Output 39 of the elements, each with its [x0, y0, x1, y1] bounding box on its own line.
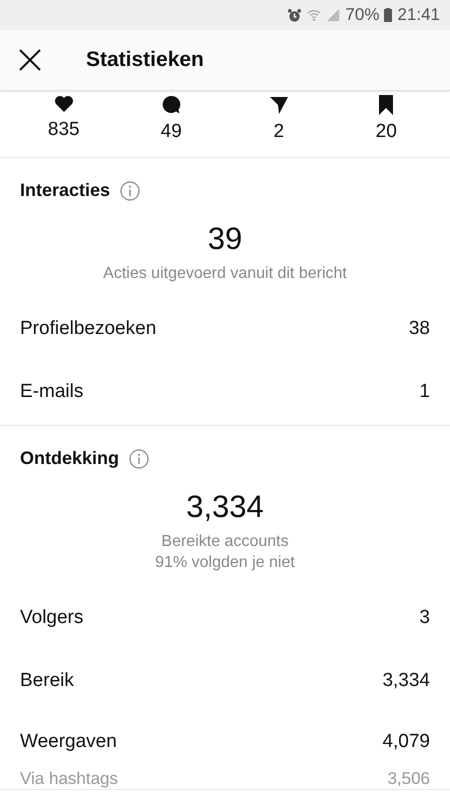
section-title: Ontdekking [20, 448, 120, 469]
metric-label: Profielbezoeken [20, 318, 156, 340]
count-value: 20 [376, 121, 397, 143]
wifi-icon [307, 8, 322, 22]
speech-bubble-icon [161, 95, 182, 115]
total-caption: 91% volgden je niet [154, 553, 296, 573]
metric-value: 38 [408, 318, 430, 340]
section-title: Interacties [20, 180, 110, 201]
battery-icon [384, 8, 392, 22]
total-value: 3,334 [185, 489, 265, 525]
total-caption: Bereikte accounts [160, 532, 290, 552]
metric-value: 1 [419, 380, 430, 402]
signal-icon [326, 8, 340, 22]
metric-value: 3 [419, 607, 430, 629]
metric-value: 3,506 [387, 769, 430, 789]
metric-label: Volgers [20, 607, 84, 629]
count-value: 2 [273, 121, 284, 143]
clock-time: 21:41 [397, 5, 440, 25]
metric-value: 3,334 [382, 670, 430, 692]
info-icon [120, 180, 140, 200]
page-title: Statistieken [86, 48, 204, 72]
info-icon [129, 448, 150, 468]
heart-icon [54, 95, 74, 113]
bookmark-icon [378, 95, 394, 115]
battery-percentage: 70% [345, 5, 380, 25]
metric-label: Bereik [20, 670, 74, 692]
info-button[interactable] [129, 448, 150, 468]
paper-plane-icon [268, 95, 289, 115]
count-value: 835 [48, 119, 80, 141]
metric-label: Via hashtags [20, 769, 118, 789]
metric-label: Weergaven [20, 730, 117, 752]
total-caption: Acties uitgevoerd vanuit dit bericht [102, 264, 348, 284]
close-icon [18, 48, 42, 72]
count-value: 49 [160, 121, 182, 143]
info-button[interactable] [120, 180, 140, 200]
metric-value: 4,079 [382, 730, 430, 752]
alarm-icon [287, 8, 302, 22]
metric-label: E-mails [20, 380, 84, 402]
total-value: 39 [206, 221, 244, 257]
